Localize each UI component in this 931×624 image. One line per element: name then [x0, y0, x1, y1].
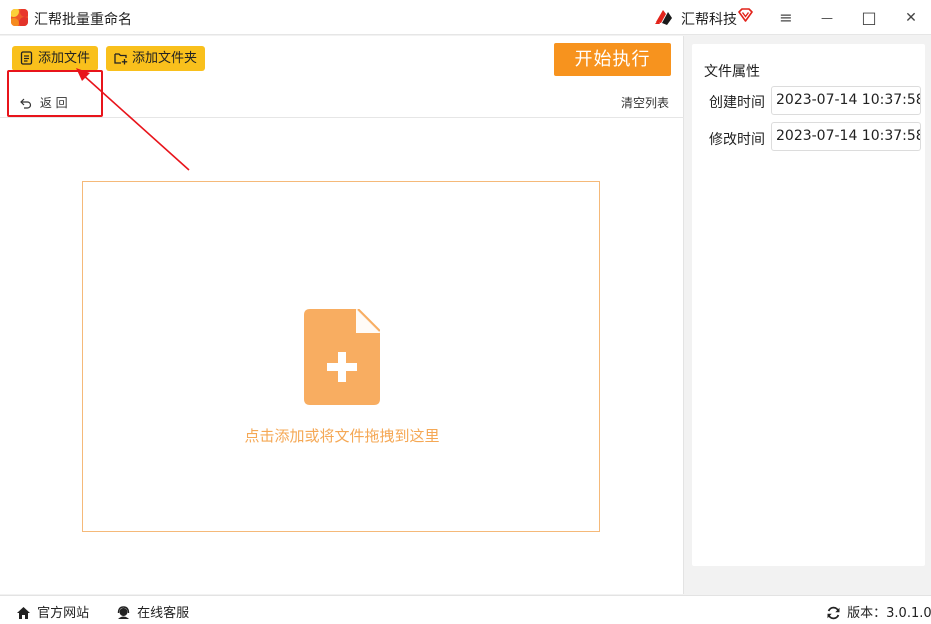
home-icon — [17, 607, 30, 619]
support-label: 在线客服 — [137, 606, 190, 621]
close-icon[interactable]: ✕ — [901, 8, 921, 28]
refresh-icon — [827, 606, 840, 620]
website-link[interactable]: 官方网站 — [16, 602, 89, 621]
created-time-label: 创建时间 — [709, 95, 765, 111]
file-list-icon — [20, 51, 33, 65]
start-button[interactable]: 开始执行 — [554, 43, 671, 76]
properties-title: 文件属性 — [704, 64, 760, 80]
status-bar: 官方网站 在线客服 版本：3.0.1.0 — [0, 595, 931, 624]
drop-zone[interactable]: 点击添加或将文件拖拽到这里 — [82, 181, 600, 532]
version-label: 版本：3.0.1.0 — [847, 606, 931, 621]
brand-logo-icon — [655, 10, 672, 25]
add-folder-icon — [114, 53, 128, 65]
drop-zone-hint: 点击添加或将文件拖拽到这里 — [244, 427, 440, 445]
modified-time-label: 修改时间 — [709, 132, 765, 148]
app-logo-icon — [11, 9, 28, 26]
add-file-icon — [304, 309, 380, 405]
app-title: 汇帮批量重命名 — [34, 12, 132, 28]
customer-service-icon — [117, 606, 130, 619]
support-link[interactable]: 在线客服 — [116, 602, 189, 621]
brand-name: 汇帮科技 — [681, 12, 737, 28]
hamburger-menu-icon[interactable]: ≡ — [776, 8, 796, 28]
vip-diamond-icon[interactable] — [738, 8, 753, 22]
divider — [0, 117, 684, 118]
minimize-icon[interactable]: — — [817, 8, 837, 28]
file-list-panel: 添加文件 添加文件夹 开始执行 返 回 清空列表 点击添加或将文件拖拽到这里 — [0, 36, 684, 594]
add-file-label: 添加文件 — [38, 51, 91, 66]
version-info[interactable]: 版本：3.0.1.0 — [826, 602, 931, 621]
highlight-box — [7, 70, 103, 117]
add-folder-label: 添加文件夹 — [132, 51, 198, 66]
modified-time-field[interactable]: 2023-07-14 10:37:58 — [771, 122, 921, 151]
website-label: 官方网站 — [37, 606, 90, 621]
created-time-field[interactable]: 2023-07-14 10:37:58 — [771, 86, 921, 115]
title-bar: 汇帮批量重命名 汇帮科技 ≡ — □ ✕ — [0, 0, 931, 35]
properties-panel: 文件属性 创建时间 2023-07-14 10:37:58 修改时间 2023-… — [692, 44, 925, 566]
add-file-button[interactable]: 添加文件 — [12, 46, 99, 71]
clear-list-button[interactable]: 清空列表 — [621, 94, 669, 111]
maximize-icon[interactable]: □ — [859, 8, 879, 28]
add-folder-button[interactable]: 添加文件夹 — [106, 46, 206, 71]
